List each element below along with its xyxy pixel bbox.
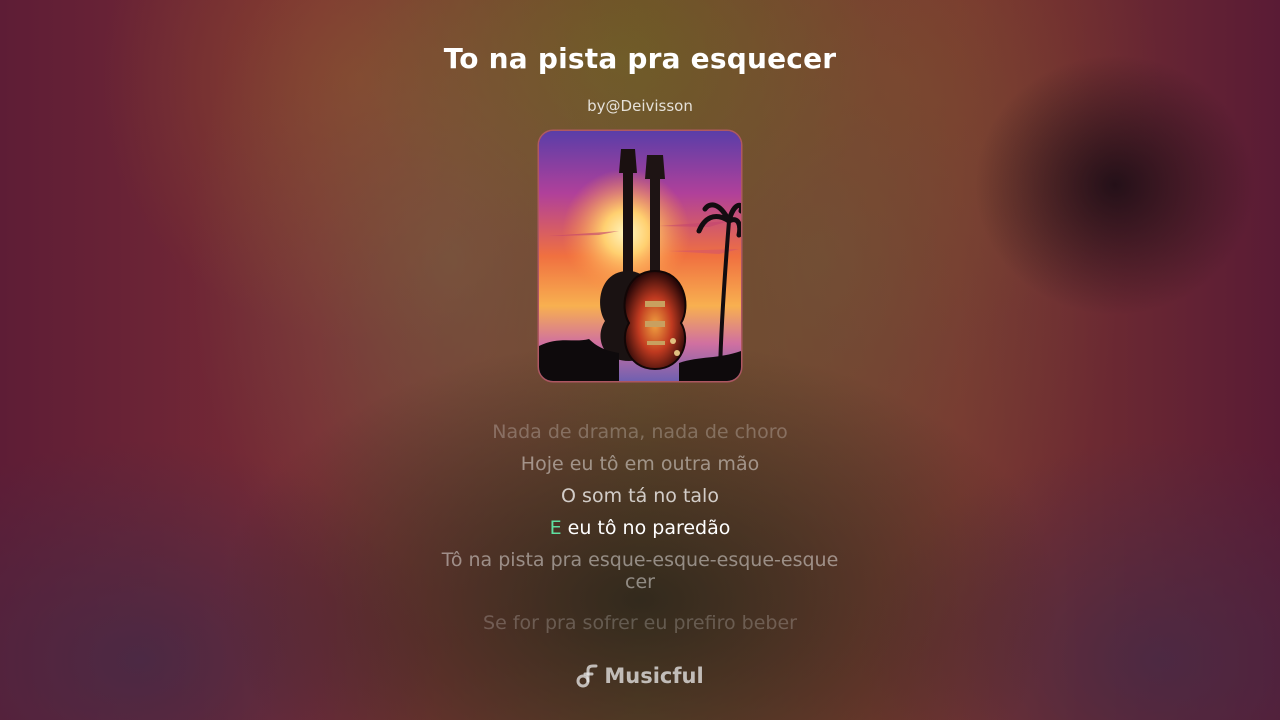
player-screen: To na pista pra esquecer by@Deivisson Na… [0,0,1280,720]
sung-lyric-part: E [549,517,562,539]
lyrics-panel: Nada de drama, nada de choro Hoje eu tô … [440,416,840,639]
lyric-line: Se for pra sofrer eu prefiro beber [483,612,797,634]
unsung-lyric-part: eu tô no paredão [561,517,731,539]
lyric-line: Hoje eu tô em outra mão [520,453,760,475]
music-note-icon [576,664,598,688]
guitar-sunset-artwork [539,131,741,381]
lyric-line: O som tá no talo [561,485,719,507]
lyric-line: Nada de drama, nada de choro [492,421,788,443]
song-title: To na pista pra esquecer [443,42,837,75]
lyric-line: Tô na pista pra esque-esque-esque-esque … [441,549,839,593]
brand-logo: Musicful [0,664,1280,688]
song-author: by@Deivisson [587,97,693,115]
brand-name: Musicful [604,664,704,688]
current-lyric-line: E eu tô no paredão [440,512,840,544]
album-cover [539,131,741,381]
